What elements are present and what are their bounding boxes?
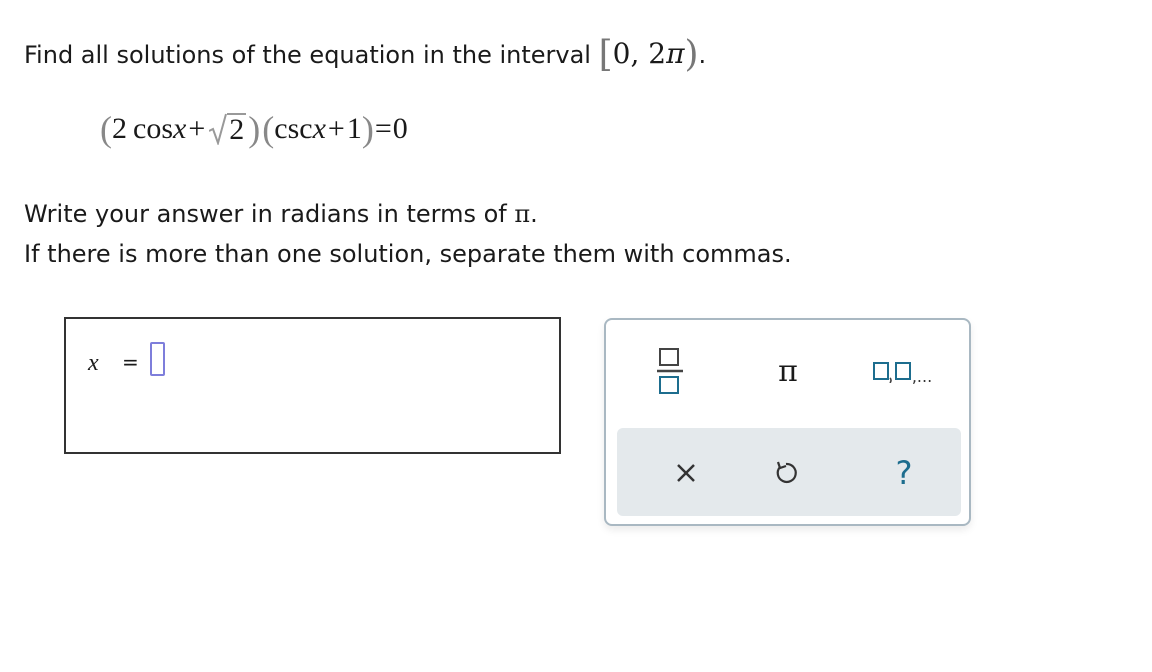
interval-close-paren: ) [684, 34, 699, 75]
list-icon [872, 362, 911, 383]
interval-values: 0, 2 [612, 37, 667, 70]
paren-open-1: ( [100, 109, 112, 149]
answer-variable: x [88, 350, 99, 376]
rhs-zero: 0 [392, 112, 408, 145]
paren-close-2: ) [361, 109, 374, 149]
interval: [0, 2π) [599, 34, 699, 75]
instruction-line-2: If there is more than one solution, sepa… [24, 240, 792, 268]
help-button[interactable]: ? [879, 448, 929, 498]
pi-icon: π [778, 353, 798, 389]
answer-input-slot[interactable] [150, 342, 165, 376]
plus-sign-2: + [327, 112, 345, 145]
instruction-line-1: Write your answer in radians in terms of… [24, 194, 792, 234]
fraction-icon [657, 348, 683, 394]
radicand: 2 [227, 113, 247, 146]
equals-sign: = [374, 112, 392, 145]
undo-icon [776, 461, 797, 484]
undo-button[interactable] [761, 448, 811, 498]
equation: ( 2 cos x + 2 ) ( csc x + 1 ) = 0 [100, 109, 408, 149]
list-suffix: ,... [911, 366, 933, 386]
prompt-text: Find all solutions of the equation in th… [24, 41, 591, 69]
instruction-pi: π [514, 200, 531, 228]
square-root: 2 [208, 113, 247, 147]
interval-pi: π [666, 37, 685, 70]
coefficient: 2 [112, 112, 127, 145]
instruction-text-1: Write your answer in radians in terms of [24, 200, 507, 228]
question-prompt: Find all solutions of the equation in th… [24, 34, 706, 75]
function-csc: csc [274, 112, 313, 145]
clear-button[interactable] [661, 448, 711, 498]
pi-button[interactable]: π [758, 346, 818, 396]
function-cos: cos [133, 112, 173, 145]
variable-x-2: x [312, 112, 326, 145]
plus-sign-1: + [188, 112, 206, 145]
answer-box[interactable]: x = [64, 317, 561, 454]
radical-icon [208, 113, 228, 147]
instructions: Write your answer in radians in terms of… [24, 194, 792, 274]
fraction-button[interactable] [648, 342, 692, 400]
paren-close-1: ) [248, 109, 261, 149]
list-button[interactable]: ,... [860, 346, 944, 396]
answer-equals: = [122, 350, 139, 374]
paren-open-2: ( [262, 109, 275, 149]
clear-icon [677, 464, 695, 482]
math-palette: π ,... ? [604, 318, 971, 526]
variable-x-1: x [173, 112, 187, 145]
constant-one: 1 [346, 112, 362, 145]
interval-open-bracket: [ [598, 34, 613, 75]
prompt-period: . [698, 41, 707, 69]
help-icon: ? [895, 454, 913, 492]
instruction-period: . [530, 200, 538, 228]
palette-action-bar: ? [617, 428, 961, 516]
